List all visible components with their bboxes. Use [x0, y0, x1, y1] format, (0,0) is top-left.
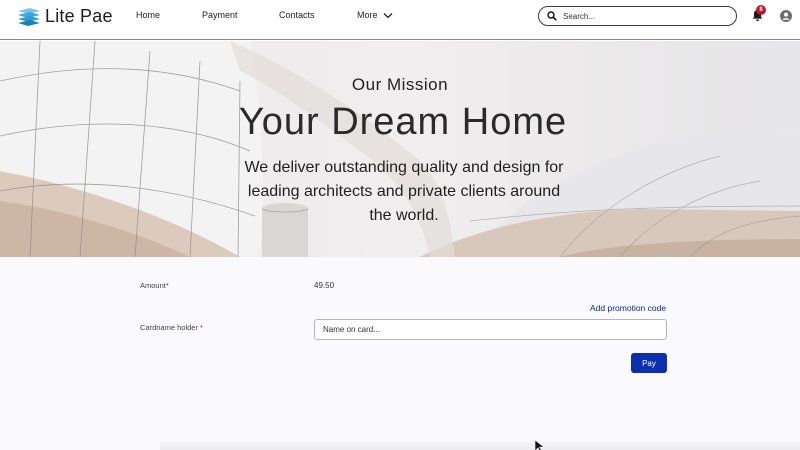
- amount-label: Amount*: [140, 281, 169, 290]
- payment-form: Amount* 49.50 Add promotion code Cardnam…: [0, 257, 800, 450]
- cardholder-label-text: Cardname holder: [140, 323, 198, 332]
- nav-more[interactable]: More: [357, 10, 393, 20]
- search-box[interactable]: [538, 6, 737, 26]
- cardholder-name-input[interactable]: [314, 319, 667, 340]
- nav-contacts[interactable]: Contacts: [279, 10, 315, 20]
- cardholder-label: Cardname holder *: [140, 323, 203, 332]
- cursor-icon: [534, 440, 545, 450]
- search-icon: [547, 11, 557, 21]
- hero-subtitle: Our Mission: [351, 75, 449, 94]
- brand-logo[interactable]: Lite Pae: [16, 6, 113, 27]
- user-icon: [780, 10, 792, 22]
- nav-payment[interactable]: Payment: [202, 10, 238, 20]
- search-input[interactable]: [563, 11, 723, 21]
- chevron-down-icon: [383, 12, 392, 18]
- required-mark: *: [200, 323, 203, 332]
- pay-button[interactable]: Pay: [631, 353, 667, 373]
- hero-description: We deliver outstanding quality and desig…: [244, 159, 564, 224]
- footer-edge: [160, 442, 800, 450]
- required-mark: *: [165, 281, 169, 290]
- amount-value: 49.50: [314, 281, 335, 290]
- nav-more-label: More: [357, 10, 378, 20]
- hero-title: Your Dream Home: [238, 101, 568, 143]
- add-promotion-code-link[interactable]: Add promotion code: [590, 303, 666, 313]
- user-avatar[interactable]: [780, 10, 792, 22]
- hero-banner: Our Mission Your Dream Home We deliver o…: [0, 41, 800, 257]
- brand-name: Lite Pae: [45, 6, 113, 26]
- nav-home[interactable]: Home: [136, 10, 160, 20]
- logo-icon: [16, 7, 42, 27]
- amount-label-text: Amount: [140, 281, 166, 290]
- top-navbar: Lite Pae Home Payment Contacts More 8: [0, 0, 800, 40]
- notification-badge: 8: [756, 5, 766, 15]
